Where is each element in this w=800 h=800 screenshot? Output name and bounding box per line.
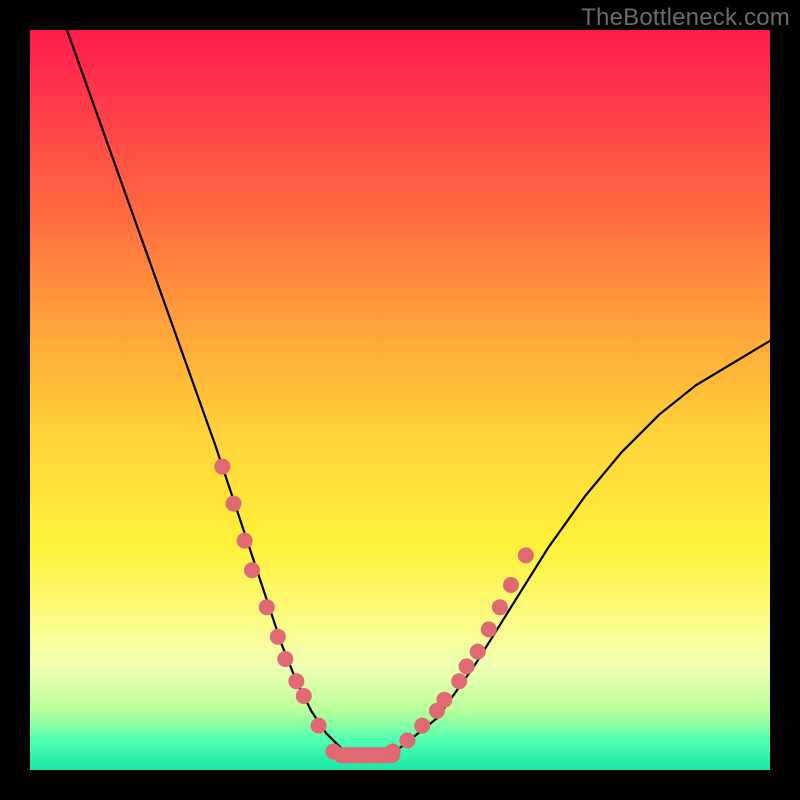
bottleneck-curve-line [67, 30, 770, 755]
curve-marker [459, 658, 475, 674]
curve-marker [214, 459, 230, 475]
chart-plot-area [30, 30, 770, 770]
curve-marker [503, 577, 519, 593]
curve-marker [492, 599, 508, 615]
chart-svg [30, 30, 770, 770]
curve-marker [436, 692, 452, 708]
watermark-text: TheBottleneck.com [581, 4, 790, 32]
plateau-bar-rect [333, 747, 400, 763]
curve-marker [270, 629, 286, 645]
curve-marker [399, 732, 415, 748]
curve-marker [296, 688, 312, 704]
curve-markers [214, 459, 533, 764]
curve-marker [277, 651, 293, 667]
curve-marker [288, 673, 304, 689]
plateau-bar [333, 747, 400, 763]
curve-marker [226, 496, 242, 512]
curve-marker [311, 718, 327, 734]
curve-marker [244, 562, 260, 578]
curve-marker [237, 533, 253, 549]
curve-marker [470, 644, 486, 660]
curve-marker [481, 621, 497, 637]
curve-marker [518, 547, 534, 563]
curve-marker [259, 599, 275, 615]
curve-marker [414, 718, 430, 734]
chart-frame: TheBottleneck.com [0, 0, 800, 800]
curve-marker [451, 673, 467, 689]
